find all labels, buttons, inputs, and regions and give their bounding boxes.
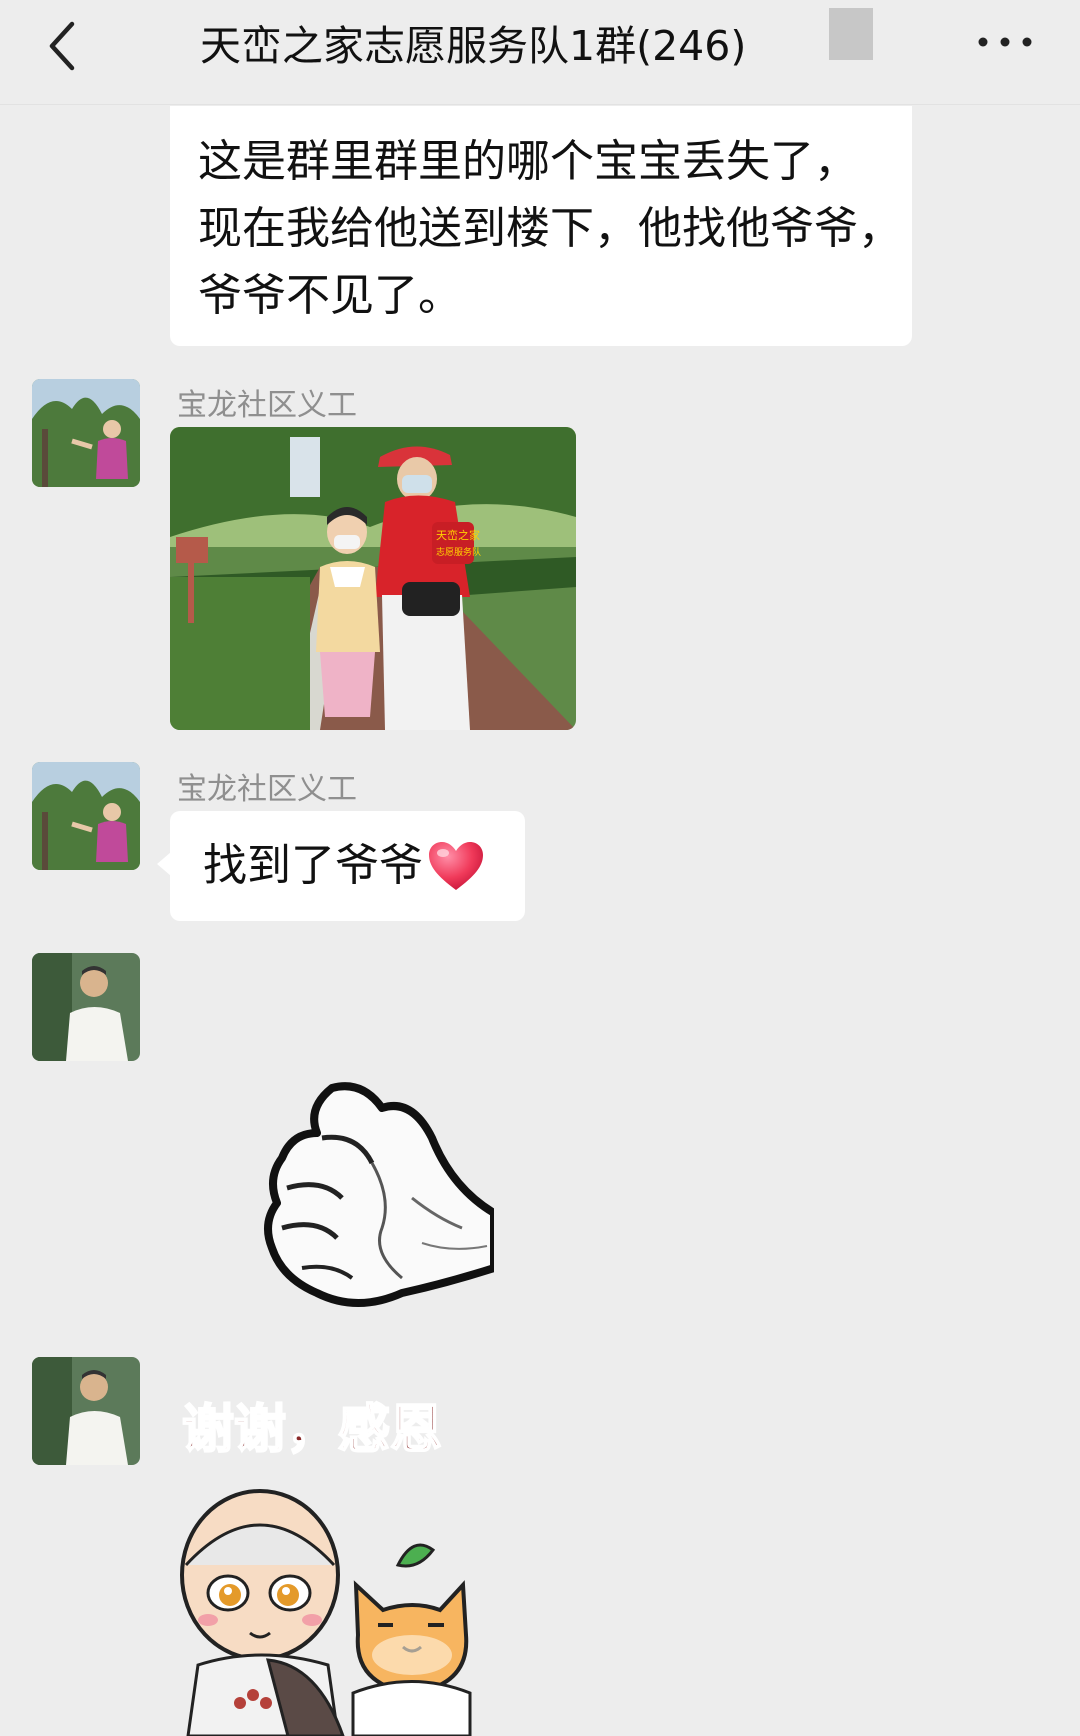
back-button[interactable]	[30, 14, 94, 78]
message-text: 找到了爷爷	[203, 840, 423, 891]
avatar[interactable]	[32, 379, 140, 487]
chat-header: 天峦之家志愿服务队1群(246)	[0, 0, 1080, 105]
message-text-line: 现在我给他送到楼下，他找他爷爷，	[198, 203, 902, 254]
avatar-image	[32, 762, 140, 870]
sender-name: 宝龙社区义工	[177, 772, 357, 807]
avatar-image	[32, 953, 140, 1061]
mute-icon	[829, 8, 873, 60]
chevron-left-icon	[49, 21, 75, 71]
volunteer-with-child-photo: 天峦之家 志愿服务队	[170, 427, 576, 730]
avatar[interactable]	[32, 953, 140, 1061]
armband-text-line: 天峦之家	[436, 528, 480, 542]
avatar-image	[32, 1357, 140, 1465]
shared-photo[interactable]: 天峦之家 志愿服务队	[170, 427, 576, 730]
message-text-line: 爷爷不见了。	[198, 270, 462, 321]
message-bubble[interactable]: 这是群里群里的哪个宝宝丢失了， 现在我给他送到楼下，他找他爷爷， 爷爷不见了。	[170, 106, 912, 346]
chat-title: 天峦之家志愿服务队1群(246)	[200, 22, 747, 70]
avatar[interactable]	[32, 1357, 140, 1465]
more-dots-icon	[978, 37, 1032, 47]
armband-text-line: 志愿服务队	[436, 546, 481, 558]
avatar[interactable]	[32, 762, 140, 870]
message-bubble[interactable]: 找到了爷爷	[170, 811, 525, 921]
message-text-line: 这是群里群里的哪个宝宝丢失了，	[198, 136, 858, 187]
red-heart-icon	[429, 842, 483, 890]
thanks-sticker[interactable]: 谢谢，感恩	[178, 1395, 498, 1736]
sender-name: 宝龙社区义工	[177, 388, 357, 423]
fist-sticker[interactable]	[262, 1078, 498, 1326]
avatar-image	[32, 379, 140, 487]
bubble-tail	[157, 852, 171, 876]
more-button[interactable]	[970, 20, 1040, 64]
sticker-text: 谢谢，感恩	[181, 1399, 443, 1461]
